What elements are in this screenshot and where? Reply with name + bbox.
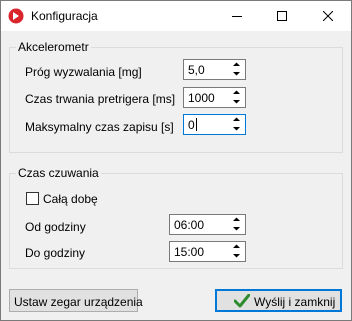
send-close-label: Wyślij i zamknij [254, 295, 336, 309]
to-hour-up-button[interactable] [229, 243, 244, 251]
max-record-label: Maksymalny czas zapisu [s] [25, 120, 174, 134]
pretrigger-down-button[interactable] [229, 98, 244, 106]
send-close-button[interactable]: Wyślij i zamknij [215, 289, 342, 312]
max-record-value[interactable]: 0 [188, 118, 195, 132]
app-logo-icon [8, 8, 24, 24]
pretrigger-label: Czas trwania pretrigera [ms] [25, 92, 176, 106]
title-bar[interactable]: Konfiguracja [1, 1, 351, 31]
from-hour-up-button[interactable] [229, 216, 244, 224]
to-hour-spin-buttons[interactable] [229, 243, 244, 260]
to-hour-label: Do godziny [25, 246, 86, 260]
from-hour-value[interactable]: 06:00 [174, 218, 204, 232]
accelerometer-group-label: Akcelerometr [16, 40, 91, 54]
pretrigger-value[interactable]: 1000 [188, 91, 215, 105]
checkmark-icon [234, 294, 250, 308]
threshold-label: Próg wyzwalania [mg] [25, 65, 142, 79]
standby-group-label: Czas czuwania [16, 166, 101, 180]
threshold-up-button[interactable] [229, 61, 244, 69]
from-hour-down-button[interactable] [229, 225, 244, 233]
arrow-down-icon [233, 254, 240, 258]
threshold-down-button[interactable] [229, 70, 244, 78]
maximize-icon [277, 11, 287, 21]
threshold-spin-buttons[interactable] [229, 61, 244, 78]
pretrigger-spin-buttons[interactable] [229, 89, 244, 106]
arrow-up-icon [233, 62, 240, 66]
window-title: Konfiguracja [31, 9, 98, 23]
to-hour-down-button[interactable] [229, 252, 244, 260]
all-day-checkbox[interactable] [26, 192, 39, 205]
pretrigger-spinbox[interactable]: 1000 [183, 87, 246, 108]
threshold-value[interactable]: 5,0 [188, 63, 205, 77]
max-record-up-button[interactable] [229, 116, 244, 124]
close-button[interactable] [306, 1, 351, 31]
from-hour-spinbox[interactable]: 06:00 [169, 214, 246, 235]
arrow-up-icon [233, 117, 240, 121]
arrow-up-icon [233, 244, 240, 248]
to-hour-value[interactable]: 15:00 [174, 245, 204, 259]
max-record-spinbox[interactable]: 0 [183, 114, 246, 135]
maximize-button[interactable] [260, 1, 305, 31]
max-record-down-button[interactable] [229, 125, 244, 133]
all-day-label[interactable]: Całą dobę [43, 192, 98, 206]
max-record-spin-buttons[interactable] [229, 116, 244, 133]
minimize-icon [232, 16, 242, 17]
from-hour-label: Od godziny [25, 220, 86, 234]
arrow-up-icon [233, 90, 240, 94]
from-hour-spin-buttons[interactable] [229, 216, 244, 233]
arrow-down-icon [233, 100, 240, 104]
arrow-up-icon [233, 217, 240, 221]
set-clock-button[interactable]: Ustaw zegar urządzenia [9, 289, 143, 312]
threshold-spinbox[interactable]: 5,0 [183, 59, 246, 80]
minimize-button[interactable] [215, 1, 260, 31]
pretrigger-up-button[interactable] [229, 89, 244, 97]
config-dialog: Konfiguracja Akcelerometr Próg wyzwalani… [0, 0, 352, 321]
arrow-down-icon [233, 127, 240, 131]
arrow-down-icon [233, 227, 240, 231]
text-caret [196, 118, 197, 131]
arrow-down-icon [233, 72, 240, 76]
close-icon [323, 11, 333, 21]
set-clock-label: Ustaw zegar urządzenia [14, 295, 143, 309]
to-hour-spinbox[interactable]: 15:00 [169, 241, 246, 262]
